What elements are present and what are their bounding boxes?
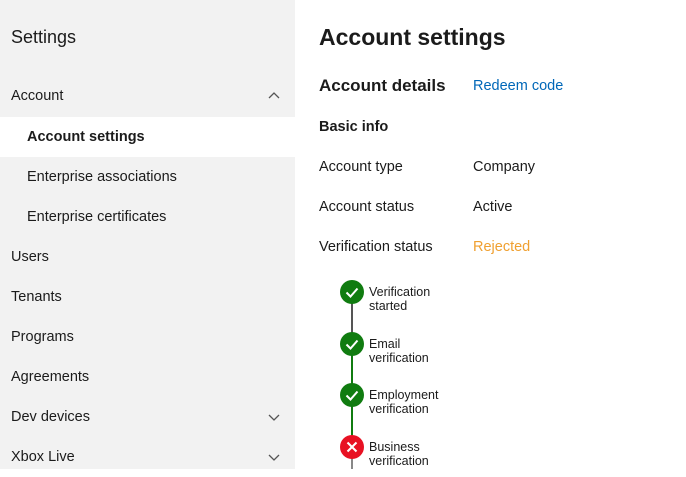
sidebar-item-tenants[interactable]: Tenants [0,277,295,317]
chevron-up-icon [268,92,280,99]
timeline-step-label: Business verification [369,440,429,468]
sidebar-item-label: Account [11,88,64,104]
sidebar-item-label: Agreements [11,369,90,385]
account-status-value: Active [473,199,513,215]
account-type-value: Company [473,159,536,175]
sidebar-item-enterprise-associations[interactable]: Enterprise associations [0,157,295,197]
sidebar-item-xbox-live[interactable]: Xbox Live [0,437,295,477]
main-content: Account settings Account details Redeem … [295,0,686,469]
verification-status-value: Rejected [473,239,531,255]
sidebar-item-label: Tenants [11,289,62,305]
chevron-down-icon [268,454,280,461]
sidebar-item-agreements[interactable]: Agreements [0,357,295,397]
section-title: Account details [319,76,446,95]
basic-info-heading: Basic info [319,119,389,135]
close-icon [340,435,364,459]
sidebar: Settings Account Account settings Enterp… [0,0,295,469]
sidebar-item-label: Account settings [27,129,145,145]
account-type-label: Account type [319,159,403,175]
timeline-step-label: Employment verification [369,388,439,416]
sidebar-item-label: Dev devices [11,409,90,425]
timeline-step-label: Verification started [369,285,431,313]
sidebar-item-users[interactable]: Users [0,237,295,277]
sidebar-item-label: Enterprise certificates [27,209,167,225]
sidebar-item-enterprise-certificates[interactable]: Enterprise certificates [0,197,295,237]
sidebar-item-programs[interactable]: Programs [0,317,295,357]
sidebar-item-label: Users [11,249,49,265]
sidebar-item-label: Programs [11,329,74,345]
timeline-step-label: Email verification [369,337,429,365]
sidebar-title: Settings [11,27,77,47]
sidebar-item-account[interactable]: Account [0,76,295,116]
timeline-connector [351,303,353,333]
checkmark-icon [340,332,364,356]
sidebar-item-label: Enterprise associations [27,169,177,185]
sidebar-item-dev-devices[interactable]: Dev devices [0,397,295,437]
page-title: Account settings [319,24,506,50]
account-status-label: Account status [319,199,415,215]
redeem-code-link[interactable]: Redeem code [473,78,563,94]
chevron-down-icon [268,414,280,421]
checkmark-icon [340,383,364,407]
verification-status-label: Verification status [319,239,433,255]
sidebar-item-account-settings[interactable]: Account settings [0,117,295,157]
timeline-connector [351,355,353,385]
timeline-connector [351,406,353,436]
checkmark-icon [340,280,364,304]
sidebar-item-label: Xbox Live [11,449,75,465]
timeline-connector [351,458,353,469]
